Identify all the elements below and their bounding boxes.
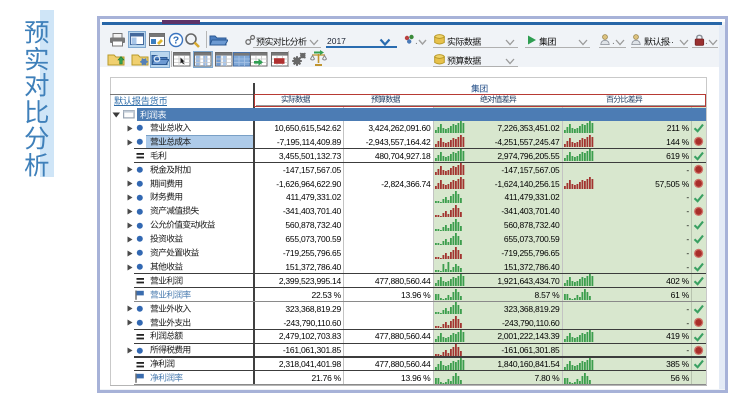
svg-text:?: ? <box>173 35 179 47</box>
